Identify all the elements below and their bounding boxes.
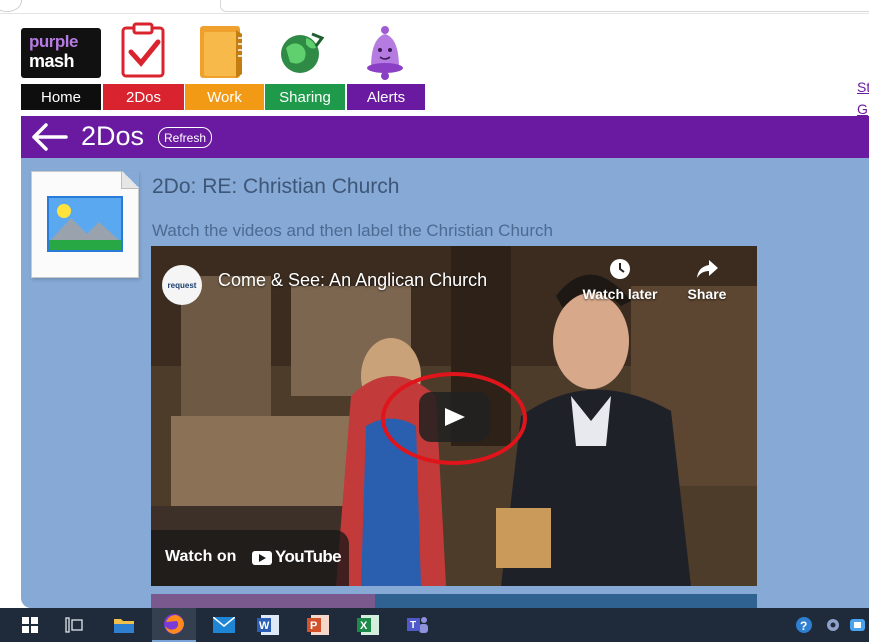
windows-taskbar: W P X T ? [0,608,869,642]
purple-mash-logo[interactable]: purple mash [21,28,101,78]
video-title[interactable]: Come & See: An Anglican Church [218,270,487,291]
side-links: St G [857,76,869,120]
logo-line-1: purple [29,32,78,51]
next-video-preview[interactable] [151,594,757,608]
channel-avatar[interactable]: request [162,265,202,305]
logo-line-2: mash [29,51,75,71]
svg-text:T: T [410,620,416,631]
page-title: 2Dos [81,121,145,151]
browser-button[interactable] [0,0,22,12]
file-explorer-icon[interactable] [102,608,146,642]
youtube-video-embed[interactable]: request Come & See: An Anglican Church W… [151,246,757,586]
svg-text:P: P [310,620,317,632]
svg-text:X: X [360,620,368,632]
watch-later-label: Watch later [582,286,658,302]
share-button[interactable]: Share [669,258,745,302]
word-icon[interactable]: W [246,608,290,642]
cloud-icon[interactable] [849,616,867,634]
windows-start-icon[interactable] [8,608,52,642]
back-arrow-icon[interactable] [30,122,68,152]
side-link-1[interactable]: St [857,76,869,98]
mail-icon[interactable] [202,608,246,642]
task-view-icon[interactable] [52,608,96,642]
tab-2dos[interactable]: 2Dos [103,84,184,110]
clipboard-check-icon[interactable] [118,22,172,82]
page-fold-icon [121,171,139,189]
tab-alerts[interactable]: Alerts [347,84,425,110]
todo-title: 2Do: RE: Christian Church [152,175,400,198]
screen: purple mash Home 2Dos Work Sharing Alert… [0,0,869,642]
clock-icon [610,259,630,279]
settings-gear-icon[interactable] [824,616,842,634]
tab-home[interactable]: Home [21,84,101,110]
excel-icon[interactable]: X [346,608,390,642]
youtube-play-logo-icon [252,551,272,565]
help-icon[interactable]: ? [795,616,813,634]
firefox-icon[interactable] [152,608,196,642]
globe-icon[interactable] [276,22,330,82]
teams-icon[interactable]: T [396,608,440,642]
watch-later-button[interactable]: Watch later [582,258,658,302]
annotation-circle [381,372,527,465]
todo-thumbnail[interactable] [31,171,139,278]
address-bar[interactable] [220,0,869,12]
share-label: Share [687,286,727,302]
refresh-button[interactable]: Refresh [158,127,213,148]
powerpoint-icon[interactable]: P [296,608,340,642]
image-placeholder-icon [47,196,123,252]
folder-icon[interactable] [196,22,250,82]
tab-work[interactable]: Work [185,84,264,110]
tab-sharing[interactable]: Sharing [265,84,345,110]
watch-on-label: Watch on [165,548,237,565]
bell-icon[interactable] [358,22,412,82]
page-title-bar: 2Dos Refresh [21,116,869,158]
todo-description: Watch the videos and then label the Chri… [152,221,553,240]
browser-toolbar [0,0,869,14]
watch-on-youtube-button[interactable]: Watch on YouTube [151,530,349,586]
youtube-wordmark: YouTube [275,547,342,566]
share-arrow-icon [697,260,718,278]
svg-text:W: W [259,620,270,632]
svg-text:?: ? [800,619,807,633]
